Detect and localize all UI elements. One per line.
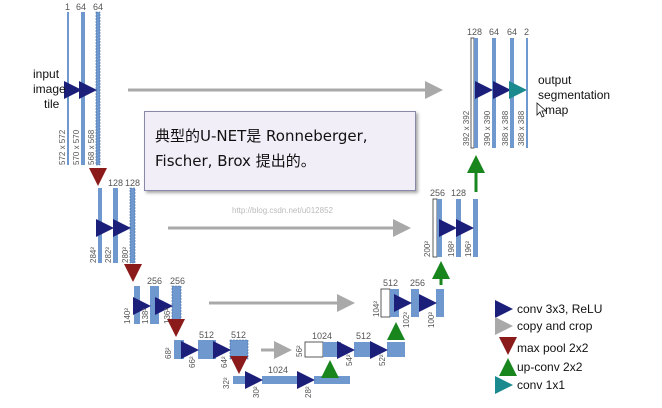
- input-label: image: [33, 82, 66, 96]
- annotation-line-2: Fischer, Brox 提出的。: [155, 152, 316, 170]
- block-l1-conv2: [95, 11, 101, 166]
- block-d3-up: [390, 289, 399, 317]
- size-label: 66²: [188, 356, 197, 368]
- channel-label: 128: [125, 178, 140, 188]
- channel-label: 64: [489, 27, 499, 37]
- block-d4-conv2: [387, 342, 405, 357]
- block-d4-up: [323, 342, 341, 357]
- size-label: 138²: [141, 308, 150, 324]
- size-label: 104²: [372, 301, 381, 317]
- channel-label: 64: [93, 2, 103, 12]
- output-label: map: [545, 103, 569, 117]
- block-d1-conv2: [510, 38, 514, 148]
- channel-label: 128: [108, 178, 123, 188]
- size-label: 52²: [378, 354, 387, 366]
- block-d2-up: [437, 199, 442, 257]
- size-label: 568 x 568: [87, 129, 96, 165]
- channel-label: 256: [170, 276, 185, 286]
- channel-label: 512: [231, 330, 246, 340]
- block-l2-pool: [98, 188, 102, 263]
- block-l5-conv1: [262, 376, 298, 384]
- size-label: 280²: [121, 247, 130, 263]
- size-label: 56²: [295, 345, 304, 357]
- channel-label: 1024: [268, 365, 288, 375]
- block-l2-conv2: [129, 187, 136, 264]
- block-l2-conv1: [113, 188, 118, 263]
- channel-label: 1: [65, 2, 70, 12]
- block-d4-conv1: [354, 342, 372, 357]
- size-label: 54²: [345, 354, 354, 366]
- block-d3-conv2: [436, 289, 444, 317]
- unet-architecture-diagram: 1 64 64 572 x 572 570 x 570 568 x 568 in…: [33, 2, 610, 398]
- block-d2-conv2: [473, 199, 478, 257]
- block-l5-conv2: [314, 376, 350, 384]
- block-l5-pool: [233, 376, 249, 384]
- size-label: 282²: [104, 247, 113, 263]
- size-label: 64²: [220, 356, 229, 368]
- channel-label: 512: [199, 330, 214, 340]
- block-d1-copy: [470, 37, 475, 149]
- block-d1-conv1: [492, 38, 496, 148]
- size-label: 198²: [447, 241, 456, 257]
- size-label: 390 x 390: [483, 110, 492, 146]
- size-label: 388 x 388: [501, 110, 510, 146]
- channel-label: 64: [76, 2, 86, 12]
- block-l1-input: [67, 12, 69, 165]
- size-label: 136²: [163, 308, 172, 324]
- block-d4-copy: [304, 341, 324, 358]
- size-label: 284²: [89, 247, 98, 263]
- size-label: 140²: [123, 308, 132, 324]
- channel-label: 256: [147, 276, 162, 286]
- size-label: 32²: [222, 377, 231, 389]
- size-label: 68²: [164, 347, 173, 359]
- channel-label: 64: [507, 27, 517, 37]
- block-l3-pool: [134, 286, 140, 324]
- output-label: output: [538, 73, 572, 87]
- legend: conv 3x3, ReLU copy and crop max pool 2x…: [495, 300, 602, 394]
- watermark: http://blog.csdn.net/u012852: [232, 206, 334, 215]
- block-l1-conv1: [81, 12, 85, 165]
- channel-label: 512: [383, 278, 398, 288]
- legend-pool-label: max pool 2x2: [517, 341, 589, 355]
- size-label: 200²: [423, 241, 432, 257]
- block-d3-copy: [380, 288, 391, 318]
- channel-label: 512: [356, 331, 371, 341]
- size-label: 196²: [464, 241, 473, 257]
- size-label: 572 x 572: [58, 129, 67, 165]
- legend-copy-label: copy and crop: [517, 319, 593, 333]
- size-label: 28²: [304, 386, 313, 398]
- input-label: tile: [44, 97, 60, 111]
- block-d1-output: [526, 38, 528, 148]
- size-label: 388 x 388: [517, 110, 526, 146]
- block-l4-conv1: [198, 340, 216, 359]
- channel-label: 2: [524, 27, 529, 37]
- block-l3-conv2: [171, 285, 182, 325]
- input-label: input: [33, 67, 60, 81]
- annotation-line-1: 典型的U-NET是 Ronneberger,: [155, 127, 368, 145]
- block-d3-conv1: [411, 289, 419, 317]
- size-label: 30²: [252, 386, 261, 398]
- channel-label: 128: [467, 27, 482, 37]
- block-l4-conv2: [229, 339, 249, 360]
- channel-label: 128: [451, 188, 466, 198]
- size-label: 100²: [427, 312, 436, 328]
- annotation-box: 典型的U-NET是 Ronneberger, Fischer, Brox 提出的…: [144, 111, 416, 191]
- block-l4-pool: [174, 340, 184, 359]
- channel-label: 1024: [312, 331, 332, 341]
- block-d2-conv1: [456, 199, 461, 257]
- legend-conv1x1-label: conv 1x1: [517, 378, 565, 392]
- size-label: 392 x 392: [462, 110, 471, 146]
- channel-label: 256: [430, 188, 445, 198]
- size-label: 570 x 570: [72, 129, 81, 165]
- block-l3-conv1: [150, 286, 159, 324]
- output-label: segmentation: [538, 88, 610, 102]
- block-d1-up: [474, 38, 478, 148]
- channel-label: 256: [410, 278, 425, 288]
- legend-upconv-label: up-conv 2x2: [517, 360, 583, 374]
- size-label: 102²: [402, 312, 411, 328]
- legend-conv-label: conv 3x3, ReLU: [517, 302, 602, 316]
- block-d2-copy: [432, 198, 438, 258]
